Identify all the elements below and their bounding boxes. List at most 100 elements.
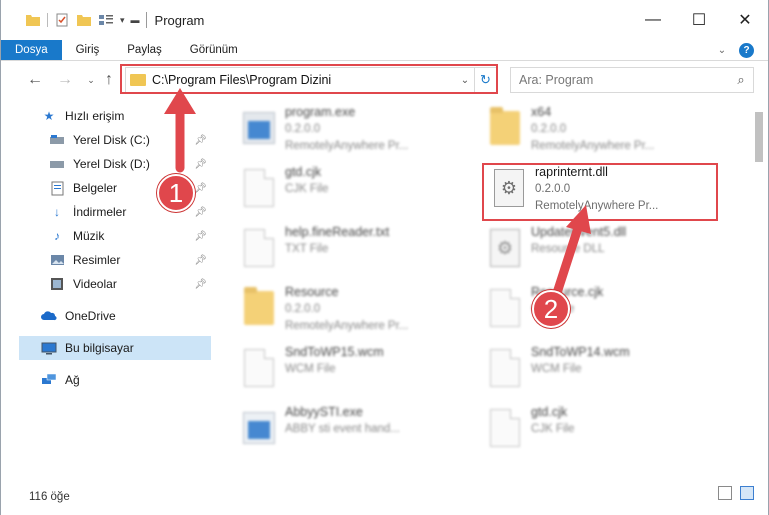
view-toggle	[718, 486, 754, 500]
file-name: Resource	[285, 285, 339, 299]
file-description: ABBY sti event hand...	[285, 423, 400, 435]
file-company: RemotelyAnywhere Pr...	[285, 320, 409, 332]
sidebar-item-onedrive[interactable]: OneDrive	[19, 304, 211, 328]
folder-icon	[26, 15, 40, 26]
new-folder-icon[interactable]	[76, 13, 92, 27]
file-name: gtd.cjk	[285, 165, 322, 179]
search-box[interactable]: Ara: Program ⌕	[510, 67, 754, 93]
music-icon: ♪	[54, 229, 60, 243]
sidebar-item-label: Resimler	[73, 253, 121, 267]
dll-gear-icon: ⚙	[483, 224, 527, 272]
sidebar-item-label: Videolar	[73, 277, 117, 291]
properties-icon[interactable]	[54, 13, 70, 27]
title-separator	[145, 12, 147, 28]
file-item[interactable]: x64 0.2.0.0 RemotelyAnywhere Pr...	[483, 104, 723, 162]
file-item[interactable]: SndToWP14.wcm WCM File	[483, 344, 723, 402]
file-type: WCM File	[285, 363, 336, 375]
ribbon-right: ⌄ ?	[715, 42, 754, 59]
file-list: program.exe 0.2.0.0 RemotelyAnywhere Pr...…	[229, 100, 749, 476]
cloud-icon	[41, 308, 57, 324]
navigation-pane: ★ Hızlı erişim Yerel Disk (C:) 📌︎ Yerel …	[19, 104, 211, 474]
pin-icon[interactable]: 📌︎	[194, 255, 207, 266]
document-icon	[483, 344, 527, 392]
status-bar: 116 öğe	[1, 478, 768, 515]
expand-ribbon-icon[interactable]: ⌄	[715, 44, 729, 58]
network-icon	[41, 372, 57, 388]
folder-icon	[237, 284, 281, 332]
pin-icon[interactable]: 📌︎	[194, 279, 207, 290]
tab-file[interactable]: Dosya	[1, 40, 62, 60]
sidebar-item-this-pc[interactable]: Bu bilgisayar	[19, 336, 211, 360]
close-button[interactable]: ✕	[722, 0, 768, 40]
scrollbar-thumb[interactable]	[755, 112, 763, 162]
file-item[interactable]: SndToWP15.wcm WCM File	[237, 344, 477, 402]
sidebar-item-label: İndirmeler	[73, 205, 127, 219]
pin-icon[interactable]: 📌︎	[194, 231, 207, 242]
up-arrow-icon[interactable]: ↑	[99, 70, 119, 90]
file-item[interactable]: Resource.cjkCJK File	[483, 284, 723, 342]
back-arrow-icon[interactable]: ←	[25, 70, 45, 90]
sidebar-item-music[interactable]: ♪ Müzik 📌︎	[19, 224, 211, 248]
pin-icon[interactable]: 📌︎	[194, 183, 207, 194]
details-view-icon[interactable]	[718, 486, 732, 500]
window-title: Program	[154, 12, 205, 28]
file-item[interactable]: gtd.cjk CJK File	[237, 164, 477, 222]
customize-dropdown-icon[interactable]: ▾	[120, 15, 125, 26]
vertical-scrollbar[interactable]	[752, 112, 766, 474]
minimize-button[interactable]: —	[630, 0, 676, 40]
sidebar-item-videos[interactable]: Videolar 📌︎	[19, 272, 211, 296]
file-item[interactable]: Resource 0.2.0.0 RemotelyAnywhere Pr...	[237, 284, 477, 342]
large-icons-view-icon[interactable]	[740, 486, 754, 500]
file-item[interactable]: program.exe 0.2.0.0 RemotelyAnywhere Pr...	[237, 104, 477, 162]
sidebar-item-label: Müzik	[73, 229, 105, 243]
sidebar-item-label: Yerel Disk (C:)	[73, 133, 150, 147]
qa-more-icon[interactable]: ▬	[131, 15, 140, 25]
sidebar-item-disk-c[interactable]: Yerel Disk (C:) 📌︎	[19, 128, 211, 152]
file-type: Resource DLL	[531, 243, 605, 255]
search-placeholder[interactable]: Ara: Program	[519, 73, 729, 87]
file-item[interactable]: gtd.cjk CJK File	[483, 404, 723, 462]
pin-icon[interactable]: 📌︎	[194, 207, 207, 218]
pin-icon[interactable]: 📌︎	[194, 135, 207, 146]
file-item[interactable]: help.fineReader.txt TXT File	[237, 224, 477, 282]
file-item[interactable]: ⚙ UpdateEvent5.dll Resource DLL	[483, 224, 723, 282]
pin-icon[interactable]: 📌︎	[194, 159, 207, 170]
sidebar-item-label: Ağ	[65, 373, 80, 387]
file-version: 0.2.0.0	[285, 123, 321, 135]
file-type: CJK File	[531, 423, 575, 435]
file-name: SndToWP14.wcm	[531, 345, 630, 359]
step-2-badge: 2	[532, 290, 570, 328]
sidebar-item-quick-access[interactable]: ★ Hızlı erişim	[19, 104, 211, 128]
sidebar-item-disk-d[interactable]: Yerel Disk (D:) 📌︎	[19, 152, 211, 176]
maximize-button[interactable]: ☐	[676, 0, 722, 40]
divider	[47, 13, 48, 27]
sidebar-item-pictures[interactable]: Resimler 📌︎	[19, 248, 211, 272]
file-name: x64	[531, 105, 552, 119]
file-item[interactable]: AbbyySTI.exe ABBY sti event hand...	[237, 404, 477, 462]
file-type: CJK File	[285, 183, 329, 195]
star-icon: ★	[43, 109, 55, 123]
file-company: RemotelyAnywhere Pr...	[285, 140, 409, 152]
tab-view[interactable]: Görünüm	[176, 40, 252, 60]
view-options-icon[interactable]	[98, 13, 114, 27]
item-count: 116 öğe	[29, 490, 70, 503]
sidebar-item-network[interactable]: Ağ	[19, 368, 211, 392]
computer-icon	[41, 340, 57, 356]
tab-home[interactable]: Giriş	[62, 40, 114, 60]
download-icon: ↓	[54, 205, 60, 219]
help-icon[interactable]: ?	[739, 43, 754, 58]
sidebar-item-label: Hızlı erişim	[65, 109, 125, 123]
file-version: 0.2.0.0	[285, 303, 321, 315]
forward-arrow-icon[interactable]: →	[55, 70, 75, 90]
video-icon	[49, 276, 65, 292]
sidebar-item-label: OneDrive	[65, 309, 116, 323]
file-name: help.fineReader.txt	[285, 225, 390, 239]
recent-locations-icon[interactable]: ⌄	[81, 70, 101, 90]
tab-share[interactable]: Paylaş	[113, 40, 176, 60]
search-icon[interactable]: ⌕	[729, 72, 753, 88]
documents-icon	[49, 180, 65, 196]
quick-access-toolbar: ▾ ▬	[1, 0, 140, 40]
